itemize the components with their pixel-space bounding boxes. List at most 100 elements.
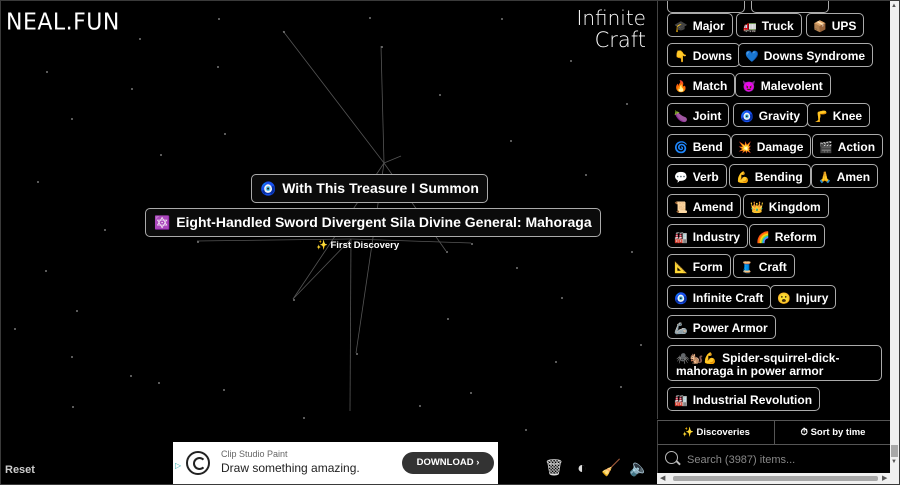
item-label: Knee [832,109,863,123]
sound-icon[interactable]: 🔈 [629,459,649,479]
horizontal-scrollbar[interactable]: ◀ ▶ [657,473,899,484]
sidebar-item-partial[interactable] [751,1,829,13]
item-label: Industrial Revolution [692,393,813,407]
scroll-left-arrow-icon[interactable]: ◀ [660,474,665,482]
search-input[interactable] [685,450,884,470]
infinite-craft-brand: Infinite Craft [576,7,646,51]
sidebar-item[interactable]: 🏭 Industry [667,224,749,248]
sidebar-item[interactable]: 🍆 Joint [667,103,730,127]
neal-fun-logo[interactable]: NEAL.FUN [6,9,120,35]
sidebar-item[interactable]: 🏭 Industrial Revolution [667,387,821,411]
reset-button[interactable]: Reset [5,464,35,476]
items-sidebar[interactable]: 🎓 Major 🚛 Truck 📦 UPS 👇 Downs 💙 Downs Syndrom… [657,1,891,419]
item-label: Injury [795,291,829,305]
sidebar-item[interactable]: 🦵 Knee [807,103,871,127]
sidebar-item[interactable]: 👑 Kingdom [743,194,829,218]
item-emoji-icon: 🏭 [674,232,688,244]
item-emoji-icon: 🧵 [740,262,754,274]
item-emoji-icon: 👑 [750,202,764,214]
sidebar-item[interactable]: 💬 Verb [667,164,727,188]
craft-canvas[interactable]: NEAL.FUN Infinite Craft 🧿 With This Treas… [1,1,656,484]
app-window: NEAL.FUN Infinite Craft 🧿 With This Treas… [0,0,900,485]
scroll-up-arrow-icon[interactable]: ▲ [891,3,897,9]
first-discovery-badge: ✨ First Discovery [316,240,400,251]
advertisement-banner[interactable]: ▷ Clip Studio Paint Draw something amazi… [173,442,498,484]
item-emoji-icon: 📐 [674,262,688,274]
sort-by-time-tab[interactable]: ⏱ Sort by time [775,421,891,444]
sidebar-item[interactable]: 📦 UPS [806,13,865,37]
item-label: Reform [774,230,817,244]
item-label: Action [837,140,876,154]
sidebar-item[interactable]: 😮 Injury [770,285,837,309]
scroll-right-arrow-icon[interactable]: ▶ [882,474,887,482]
sidebar-item[interactable]: 📐 Form [667,254,731,278]
item-label: Industry [692,230,741,244]
vertical-scrollbar[interactable]: ▲ ▼ [890,1,899,473]
sidebar-item[interactable]: 🚛 Truck [736,13,802,37]
item-label: Verb [692,170,719,184]
item-label: UPS [831,19,857,33]
item-label: Gravity [758,109,801,123]
item-label: Major [692,19,725,33]
broom-icon[interactable]: 🧹 [601,459,621,479]
item-label: Downs [692,49,733,63]
sidebar-item-partial[interactable] [667,1,745,13]
sidebar-item[interactable]: 💪 Bending [729,164,811,188]
item-emoji-icon: 🍆 [674,111,688,123]
item-label: Joint [692,109,722,123]
item-emoji-icon: 🙏 [818,172,832,184]
item-emoji-icon: 🔥 [674,81,688,93]
sidebar-tabs: ✨ Discoveries ⏱ Sort by time [657,420,891,444]
item-emoji-icon: 🧿 [740,111,754,123]
sidebar-item[interactable]: 🧿 Infinite Craft [667,285,772,309]
sidebar-item[interactable]: 🙏 Amen [811,164,879,188]
item-label: Craft [758,260,787,274]
discoveries-tab[interactable]: ✨ Discoveries [658,421,775,444]
item-label: Bend [692,140,723,154]
item-label: Amen [836,170,871,184]
clip-studio-logo-icon [186,451,210,475]
item-emoji-icon: 💥 [738,142,752,154]
sidebar-item[interactable]: 🧿 Gravity [733,103,809,127]
item-label: Amend [692,200,734,214]
sidebar-item[interactable]: 🧵 Craft [733,254,795,278]
adchoices-icon[interactable]: ▷ [175,461,181,470]
element-label: Eight-Handled Sword Divergent Sila Divin… [176,214,592,230]
sidebar-item[interactable]: 🎬 Action [812,134,884,158]
scroll-down-arrow-icon[interactable]: ▼ [891,459,897,465]
sidebar-item[interactable]: 🌀 Bend [667,134,731,158]
element-emoji-icon: 🔯 [154,215,171,230]
item-emoji-icon: 😈 [742,81,756,93]
dark-mode-icon[interactable]: ◐ [572,459,592,479]
horizontal-scroll-thumb[interactable] [673,476,878,481]
element-emoji-icon: 🧿 [260,181,277,196]
item-label: Power Armor [692,321,768,335]
sidebar-item[interactable]: 🔥 Match [667,73,736,97]
canvas-element[interactable]: 🔯 Eight-Handled Sword Divergent Sila Divi… [145,208,601,237]
canvas-element[interactable]: 🧿 With This Treasure I Summon [251,174,488,203]
item-emoji-icon: 🌈 [756,232,770,244]
sidebar-item[interactable]: 🎓 Major [667,13,733,37]
item-emoji-icon: 🦵 [814,111,828,123]
sidebar-item[interactable]: 🕷️🐿️💪 Spider-squirrel-dick-mahoraga in po… [667,345,882,381]
element-label: With This Treasure I Summon [282,180,479,196]
sidebar-item[interactable]: 🦾 Power Armor [667,315,776,339]
item-label: Match [692,79,728,93]
item-label: Truck [761,19,794,33]
ad-download-button[interactable]: DOWNLOAD › [402,452,494,474]
vertical-scroll-thumb[interactable] [891,445,898,457]
sidebar-item[interactable]: 👇 Downs [667,43,741,67]
item-emoji-icon: 🌀 [674,142,688,154]
sidebar-item[interactable]: 💥 Damage [731,134,812,158]
item-emoji-icon: 📜 [674,202,688,214]
sidebar-item[interactable]: 📜 Amend [667,194,742,218]
brand-line-2: Craft [594,28,646,52]
item-emoji-icon: 👇 [674,51,688,63]
sidebar-item[interactable]: 😈 Malevolent [735,73,831,97]
sidebar-item[interactable]: 💙 Downs Syndrome [738,43,874,67]
sidebar-item[interactable]: 🌈 Reform [749,224,825,248]
item-label: Downs Syndrome [763,49,866,63]
trash-icon[interactable]: 🗑 [544,459,564,479]
item-label: Malevolent [760,79,823,93]
brand-line-1: Infinite [576,6,646,30]
